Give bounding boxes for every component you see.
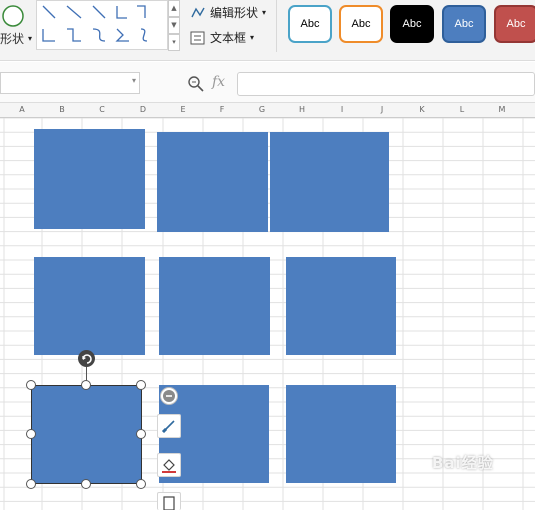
- column-header-h[interactable]: H: [292, 103, 312, 117]
- resize-handle[interactable]: [136, 429, 146, 439]
- formula-bar: ▾ fx: [0, 62, 535, 102]
- resize-handle[interactable]: [81, 479, 91, 489]
- rectangle-shape[interactable]: [34, 257, 145, 355]
- rectangle-shape[interactable]: [286, 257, 396, 355]
- resize-handle[interactable]: [81, 380, 91, 390]
- column-header-i[interactable]: I: [332, 103, 352, 117]
- rotate-handle-icon[interactable]: [78, 350, 95, 367]
- resize-handle[interactable]: [26, 380, 36, 390]
- formula-input[interactable]: [237, 72, 535, 96]
- gallery-scroll[interactable]: ▲ ▼ ▾: [168, 0, 180, 51]
- column-header-j[interactable]: J: [372, 103, 392, 117]
- shape-dropdown[interactable]: 形状 ▾: [0, 30, 32, 47]
- name-box[interactable]: ▾: [0, 72, 140, 94]
- line-shapes-gallery[interactable]: [36, 0, 168, 50]
- resize-handle[interactable]: [136, 380, 146, 390]
- chevron-down-icon: ▾: [250, 33, 255, 42]
- zoom-search-icon[interactable]: [187, 75, 205, 97]
- rectangle-shape[interactable]: [286, 385, 396, 483]
- rectangle-shape[interactable]: [270, 132, 389, 232]
- shape-style-preset[interactable]: Abc: [390, 5, 434, 43]
- column-header-a[interactable]: A: [12, 103, 32, 117]
- column-header-c[interactable]: C: [92, 103, 112, 117]
- expand-icon[interactable]: ▾: [168, 34, 180, 51]
- shape-style-brush-button[interactable]: [157, 414, 181, 438]
- column-header-l[interactable]: L: [452, 103, 472, 117]
- shape-style-preset[interactable]: Abc: [442, 5, 486, 43]
- edit-shape-icon: [191, 7, 205, 17]
- edit-shape-button[interactable]: 编辑形状 ▾: [190, 4, 266, 21]
- column-header-f[interactable]: F: [212, 103, 232, 117]
- brush-icon: [161, 420, 175, 434]
- chevron-down-icon[interactable]: ▼: [168, 17, 180, 34]
- column-header-b[interactable]: B: [52, 103, 72, 117]
- shape-label: 形状: [0, 32, 25, 46]
- outline-icon: [163, 495, 175, 510]
- text-box-button[interactable]: 文本框 ▾: [190, 29, 254, 46]
- chevron-down-icon[interactable]: ▾: [132, 76, 136, 85]
- resize-handle[interactable]: [136, 479, 146, 489]
- resize-handle[interactable]: [26, 429, 36, 439]
- watermark: Bai经验: [432, 454, 494, 472]
- rectangle-shape[interactable]: [157, 132, 268, 232]
- ribbon-divider: [276, 0, 277, 52]
- ribbon: 形状 ▾ ▲ ▼ ▾ 编辑形状 ▾ 文本框 ▾ Abc Abc Abc Abc …: [0, 0, 535, 61]
- column-header-m[interactable]: M: [492, 103, 512, 117]
- chevron-down-icon: ▾: [28, 34, 33, 43]
- shape-style-preset[interactable]: Abc: [288, 5, 332, 43]
- line-shapes-icon: [42, 5, 148, 42]
- shape-circle-icon[interactable]: [0, 3, 26, 29]
- fill-color-button[interactable]: [157, 453, 181, 477]
- shape-style-preset[interactable]: Abc: [494, 5, 535, 43]
- rectangle-shape[interactable]: [159, 257, 270, 355]
- edit-shape-label: 编辑形状: [210, 6, 259, 20]
- column-header-g[interactable]: G: [252, 103, 272, 117]
- text-box-label: 文本框: [210, 31, 247, 45]
- resize-handle[interactable]: [26, 479, 36, 489]
- text-box-icon: [190, 31, 205, 44]
- collapse-icon[interactable]: [160, 387, 178, 405]
- fill-bucket-icon: [162, 459, 176, 473]
- outline-button[interactable]: [157, 492, 181, 510]
- rectangle-shape[interactable]: [34, 129, 145, 229]
- column-header-k[interactable]: K: [412, 103, 432, 117]
- selected-rectangle-shape[interactable]: [31, 385, 142, 484]
- column-header-e[interactable]: E: [173, 103, 193, 117]
- column-header-d[interactable]: D: [133, 103, 153, 117]
- fx-label[interactable]: fx: [212, 74, 225, 90]
- chevron-down-icon: ▾: [262, 8, 267, 17]
- shape-style-preset[interactable]: Abc: [339, 5, 383, 43]
- chevron-up-icon[interactable]: ▲: [168, 0, 180, 17]
